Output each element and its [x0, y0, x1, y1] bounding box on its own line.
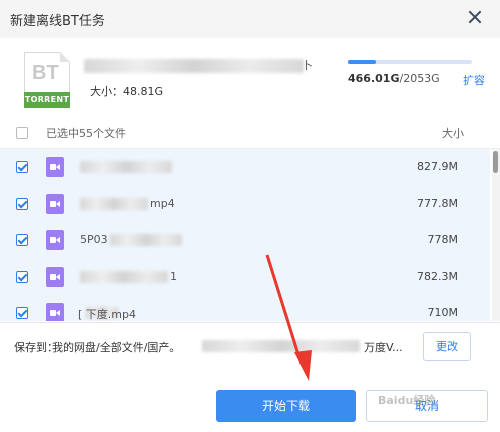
file-name: mp4 [150, 196, 175, 210]
dialog-titlebar: 新建离线BT任务 [0, 0, 500, 38]
torrent-icon-text: BT [32, 62, 59, 84]
torrent-size: 大小：48.81G [90, 85, 164, 98]
storage-quota-bar [348, 60, 472, 64]
save-location-bar: 保存到： 我的网盘/全部文件/国产。 万度V... 更改 [0, 322, 500, 369]
file-checkbox[interactable] [16, 161, 28, 173]
torrent-icon-band: TORRENT [24, 92, 70, 108]
torrent-file-name-tail: 卜 [302, 59, 313, 72]
file-list-scrollbar[interactable] [492, 149, 500, 321]
video-file-icon [46, 230, 64, 250]
torrent-file-icon: BT TORRENT [24, 52, 70, 108]
torrent-file-name-redacted [84, 59, 304, 73]
file-list-header: 已选中55个文件 大小 [0, 118, 500, 149]
scrollbar-thumb[interactable] [493, 151, 498, 173]
expand-storage-link[interactable]: 扩容 [463, 72, 485, 88]
file-name-redacted [110, 234, 182, 246]
file-row[interactable]: [ 下度.mp4 710M [0, 295, 490, 321]
video-file-icon [46, 157, 64, 177]
file-row[interactable]: 5P03 778M [0, 222, 490, 259]
change-location-button[interactable]: 更改 [423, 332, 471, 361]
file-name: 1 [170, 269, 177, 283]
file-size: 777.8M [417, 196, 458, 210]
file-row[interactable]: 1 782.3M [0, 258, 490, 295]
file-size: 782.3M [417, 269, 458, 283]
file-checkbox[interactable] [16, 307, 28, 319]
file-checkbox[interactable] [16, 234, 28, 246]
file-name-redacted [80, 161, 172, 173]
torrent-page-fold [60, 52, 70, 62]
file-size: 778M [427, 233, 459, 246]
storage-quota-fill [348, 60, 377, 64]
save-path-redacted [202, 340, 360, 352]
dialog-title: 新建离线BT任务 [10, 14, 105, 29]
video-file-icon [46, 303, 64, 321]
file-name: [ 下度.mp4 [78, 308, 136, 321]
file-checkbox[interactable] [16, 197, 28, 210]
save-path: 我的网盘/全部文件/国产。 [52, 341, 181, 354]
selected-count-label: 已选中55个文件 [46, 127, 126, 140]
save-path-tail: 万度V... [364, 341, 403, 354]
video-file-icon [46, 266, 64, 287]
file-name-redacted [80, 270, 168, 283]
storage-quota-text: 466.01G/2053G [348, 72, 440, 85]
close-icon[interactable] [464, 6, 486, 28]
file-list: 827.9M mp4 777.8M 5P03 778M 1 782.3M [ 下… [0, 149, 490, 321]
file-name: 5P03 [80, 233, 108, 246]
start-download-button[interactable]: 开始下载 [216, 390, 356, 422]
size-column-header: 大小 [442, 127, 464, 140]
storage-total: /2053G [399, 72, 440, 85]
file-size: 827.9M [417, 160, 458, 173]
video-file-icon [46, 193, 64, 214]
file-checkbox[interactable] [16, 270, 28, 283]
storage-used: 466.01G [348, 72, 400, 85]
select-all-checkbox[interactable] [16, 127, 28, 139]
file-row[interactable]: mp4 777.8M [0, 185, 490, 222]
file-size: 710M [427, 306, 459, 319]
watermark-logo: Baidu经验 [378, 394, 436, 407]
file-name-redacted [80, 197, 148, 210]
file-row[interactable]: 827.9M [0, 149, 490, 186]
